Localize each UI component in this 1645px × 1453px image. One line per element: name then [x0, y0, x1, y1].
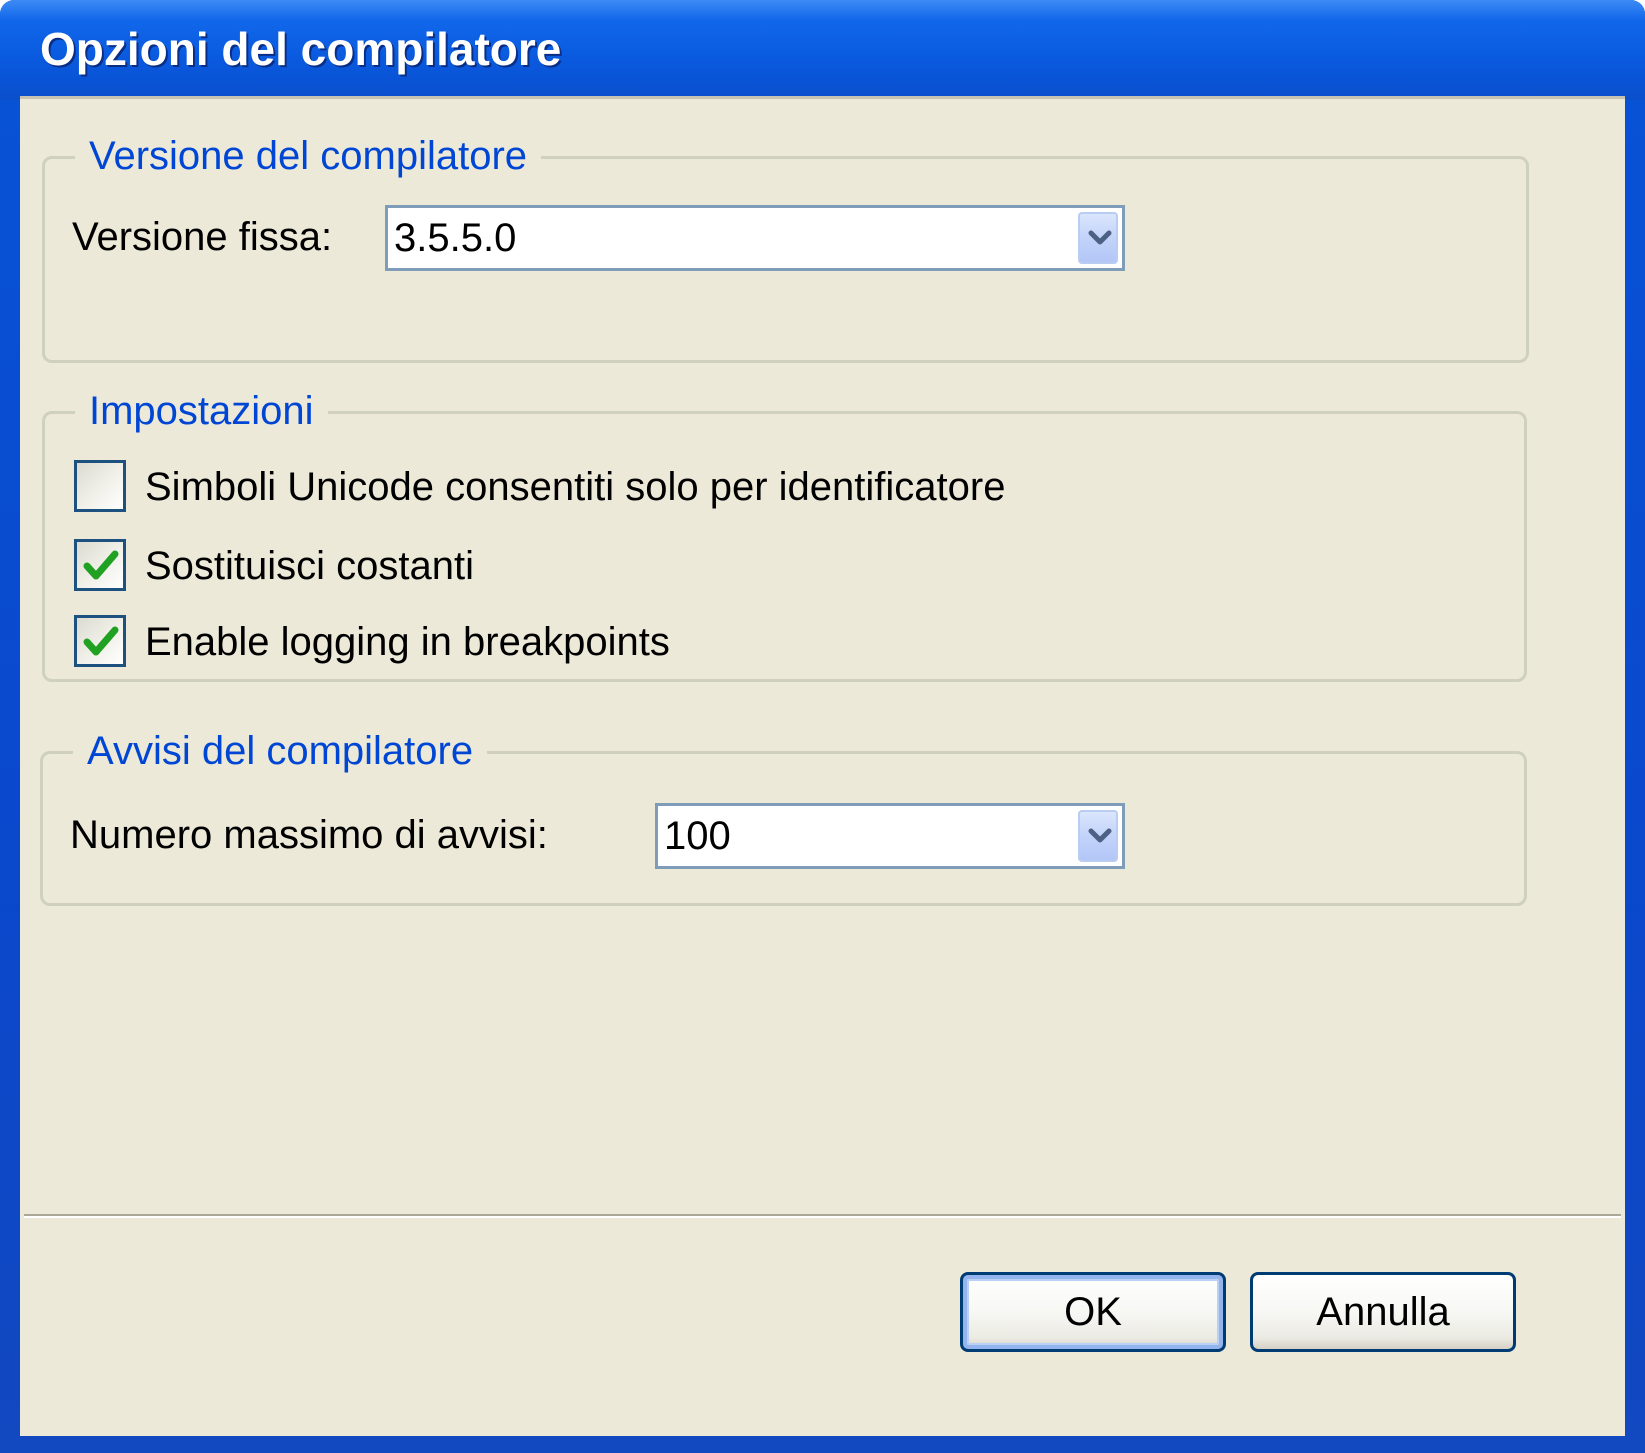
chevron-down-icon: [1088, 230, 1112, 245]
chevron-down-icon: [1088, 828, 1112, 843]
fixed-version-value: 3.5.5.0: [394, 216, 517, 260]
cancel-button[interactable]: Annulla: [1250, 1272, 1516, 1352]
unicode-identifiers-label[interactable]: Simboli Unicode consentiti solo per iden…: [145, 463, 1005, 511]
compiler-warnings-group-legend: Avvisi del compilatore: [73, 725, 488, 777]
fixed-version-dropdown-button[interactable]: [1078, 212, 1118, 264]
settings-group-legend: Impostazioni: [75, 385, 328, 437]
logging-breakpoints-label[interactable]: Enable logging in breakpoints: [145, 618, 670, 666]
fixed-version-label: Versione fissa:: [72, 215, 333, 259]
checkmark-icon: [83, 550, 119, 580]
max-warnings-label: Numero massimo di avvisi:: [70, 813, 548, 857]
dialog-body: Versione del compilatore Versione fissa:…: [20, 96, 1625, 1436]
compiler-version-group-legend: Versione del compilatore: [75, 130, 542, 182]
title-bar[interactable]: Opzioni del compilatore: [0, 0, 1645, 100]
window-title: Opzioni del compilatore: [40, 23, 562, 75]
checkmark-icon: [83, 626, 119, 656]
replace-constants-checkbox[interactable]: [74, 539, 126, 591]
logging-breakpoints-checkbox[interactable]: [74, 615, 126, 667]
replace-constants-label[interactable]: Sostituisci costanti: [145, 542, 474, 590]
ok-button[interactable]: OK: [960, 1272, 1226, 1352]
max-warnings-value: 100: [664, 814, 731, 858]
fixed-version-combobox[interactable]: 3.5.5.0: [385, 205, 1125, 271]
footer-separator: [24, 1214, 1621, 1218]
compiler-options-dialog: Opzioni del compilatore Versione del com…: [0, 0, 1645, 1453]
unicode-identifiers-checkbox[interactable]: [74, 460, 126, 512]
max-warnings-dropdown-button[interactable]: [1078, 810, 1118, 862]
max-warnings-combobox[interactable]: 100: [655, 803, 1125, 869]
